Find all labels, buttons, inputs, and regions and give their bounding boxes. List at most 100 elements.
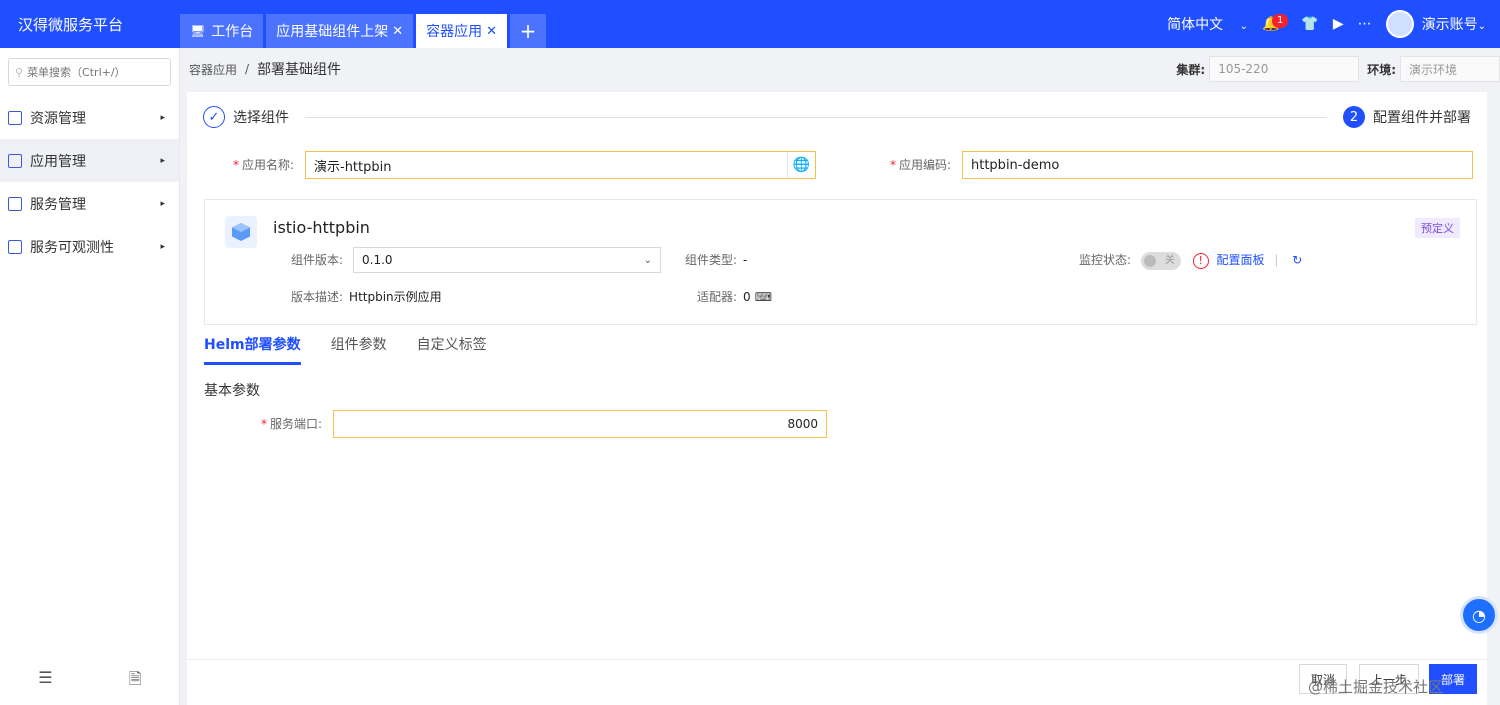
version-description: 版本描述: Httpbin示例应用 [291, 290, 442, 304]
credit-text: @稀土掘金技术社区 [1308, 678, 1444, 696]
deploy-panel: ✓ 选择组件 2 配置组件并部署 * 应用名称: 演示-httpbin 🌐 * 应用… [187, 92, 1487, 705]
message-icon[interactable]: ⌨ [755, 290, 772, 304]
sidebar-item-resource[interactable]: 资源管理 ▸ [0, 96, 179, 139]
chevron-down-icon: ⌄ [643, 254, 652, 266]
sidebar-item-service[interactable]: 服务管理 ▸ [0, 182, 179, 225]
predefined-badge: 预定义 [1415, 218, 1460, 238]
sidebar-item-observability[interactable]: 服务可观测性 ▸ [0, 225, 179, 268]
tab-container-app[interactable]: 容器应用 ✕ [416, 14, 508, 48]
notification-badge: 1 [1271, 14, 1289, 28]
page-title: 部署基础组件 [257, 62, 342, 78]
tab-label: 工作台 [211, 24, 254, 40]
tab-strip: 🖥 工作台 应用基础组件上架 ✕ 容器应用 ✕ + [180, 0, 549, 48]
caret-right-icon: ▸ [160, 198, 165, 209]
steps: ✓ 选择组件 2 配置组件并部署 [187, 92, 1487, 142]
service-icon [8, 239, 22, 254]
sidebar-item-label: 资源管理 [30, 110, 86, 127]
app-info-row: * 应用名称: 演示-httpbin 🌐 * 应用编码: httpbin-demo [187, 151, 1487, 181]
sidebar-footer: ☰ 🗎 [0, 668, 180, 695]
user-name: 演示账号 [1421, 17, 1478, 33]
env-label: 环境: [1367, 62, 1396, 77]
sidebar: ⚲ 资源管理 ▸ 应用管理 ▸ 服务管理 ▸ 服务可观测性 ▸ ☰ 🗎 [0, 48, 180, 705]
step-2-number: 2 [1343, 106, 1365, 128]
more-icon[interactable]: ⋯ [1358, 16, 1372, 32]
version-value: 0.1.0 [362, 253, 393, 267]
refresh-icon[interactable]: ↻ [1292, 253, 1302, 267]
chevron-down-icon: ⌄ [1239, 21, 1248, 32]
cube-icon [8, 110, 22, 125]
step-1-label: 选择组件 [233, 110, 289, 126]
user-menu[interactable]: 演示账号⌄ [1422, 14, 1486, 34]
collapse-menu-icon[interactable]: ☰ [38, 668, 52, 695]
service-icon [8, 196, 22, 211]
caret-right-icon: ▸ [160, 112, 165, 123]
sidebar-item-label: 服务可观测性 [30, 239, 114, 256]
search-icon: ⚲ [15, 65, 24, 79]
menu-search[interactable]: ⚲ [8, 58, 171, 86]
version-label: 组件版本: [291, 253, 344, 267]
tab-component-params[interactable]: 组件参数 [331, 334, 387, 365]
cluster-field: 105-220 [1209, 56, 1360, 82]
version-select[interactable]: 0.1.0 ⌄ [353, 247, 661, 273]
tab-workbench[interactable]: 🖥 工作台 [180, 14, 264, 48]
config-panel-link[interactable]: 配置面板 [1217, 253, 1265, 267]
tab-label: 应用基础组件上架 [276, 24, 389, 40]
step-2-label: 配置组件并部署 [1373, 110, 1471, 126]
env-field: 演示环境 [1400, 56, 1500, 82]
tab-helm-params[interactable]: Helm部署参数 [204, 334, 301, 365]
app-title: 汉得微服务平台 [18, 15, 124, 34]
warning-icon: ! [1192, 252, 1209, 269]
port-input[interactable]: 8000 [333, 410, 827, 438]
cube-icon [225, 216, 257, 248]
caret-right-icon: ▸ [160, 241, 165, 252]
component-name: istio-httpbin [273, 218, 370, 237]
play-icon[interactable]: ▶ [1333, 16, 1344, 32]
cluster-label: 集群: [1176, 62, 1206, 77]
avatar[interactable] [1385, 10, 1414, 38]
component-type: 组件类型: - [685, 253, 748, 267]
tab-component-listing[interactable]: 应用基础组件上架 ✕ [266, 14, 414, 48]
tab-custom-labels[interactable]: 自定义标签 [417, 334, 487, 365]
breadcrumb-separator: / [245, 62, 250, 76]
close-icon[interactable]: ✕ [486, 24, 497, 39]
monitor-icon: 🖥 [190, 24, 206, 38]
search-input[interactable] [27, 65, 148, 79]
chevron-down-icon: ⌄ [1477, 21, 1486, 32]
tab-label: 容器应用 [426, 24, 483, 40]
app-name-label: * 应用名称: [233, 158, 295, 172]
close-icon[interactable]: ✕ [392, 24, 403, 39]
component-card: istio-httpbin 预定义 组件版本: 0.1.0 ⌄ 组件类型: - 监控… [204, 199, 1477, 325]
section-title: 基本参数 [204, 383, 260, 399]
step-divider [305, 116, 1327, 118]
bell-icon[interactable]: 🔔 1 [1262, 14, 1289, 32]
cube-icon [8, 153, 22, 168]
header-actions: 简体中文 ⌄ 🔔 1 👕 ▶ ⋯ 演示账号⌄ [1153, 0, 1500, 48]
language-select[interactable]: 简体中文 ⌄ [1167, 14, 1248, 34]
app-code-value: httpbin-demo [971, 157, 1060, 173]
top-bar: 汉得微服务平台 🖥 工作台 应用基础组件上架 ✕ 容器应用 ✕ + 简体中文 ⌄ 🔔 1… [0, 0, 1500, 48]
shirt-icon[interactable]: 👕 [1301, 16, 1318, 32]
adapter: 适配器: 0 ⌨ [697, 290, 773, 304]
port-label: * 服务端口: [261, 417, 323, 431]
sidebar-item-app[interactable]: 应用管理 ▸ [0, 139, 179, 182]
check-icon: ✓ [203, 106, 225, 128]
app-name-value: 演示-httpbin [314, 159, 392, 175]
add-tab-button[interactable]: + [510, 14, 547, 48]
breadcrumb: 容器应用 / 部署基础组件 集群: 105-220 环境: 演示环境 [187, 48, 1500, 90]
globe-icon[interactable]: 🌐 [787, 152, 815, 178]
monitor-status: 监控状态: 关 ! 配置面板 | ↻ [1079, 247, 1302, 273]
main-content: 容器应用 / 部署基础组件 集群: 105-220 环境: 演示环境 ✓ 选择组… [187, 48, 1500, 705]
sidebar-item-label: 应用管理 [30, 153, 86, 170]
breadcrumb-parent[interactable]: 容器应用 [189, 61, 237, 78]
document-icon[interactable]: 🗎 [129, 668, 142, 695]
app-code-label: * 应用编码: [890, 158, 952, 172]
footer-actions: 取消 上一步 部署 [187, 659, 1487, 705]
caret-right-icon: ▸ [160, 155, 165, 166]
monitor-toggle[interactable]: 关 [1140, 251, 1181, 270]
language-label: 简体中文 [1167, 17, 1224, 33]
sidebar-item-label: 服务管理 [30, 196, 86, 213]
help-chat-icon[interactable]: ◔ [1460, 596, 1498, 634]
app-code-input[interactable]: httpbin-demo [962, 151, 1473, 179]
app-name-input[interactable]: 演示-httpbin 🌐 [305, 151, 816, 179]
sub-tabs: Helm部署参数 组件参数 自定义标签 [204, 334, 517, 365]
